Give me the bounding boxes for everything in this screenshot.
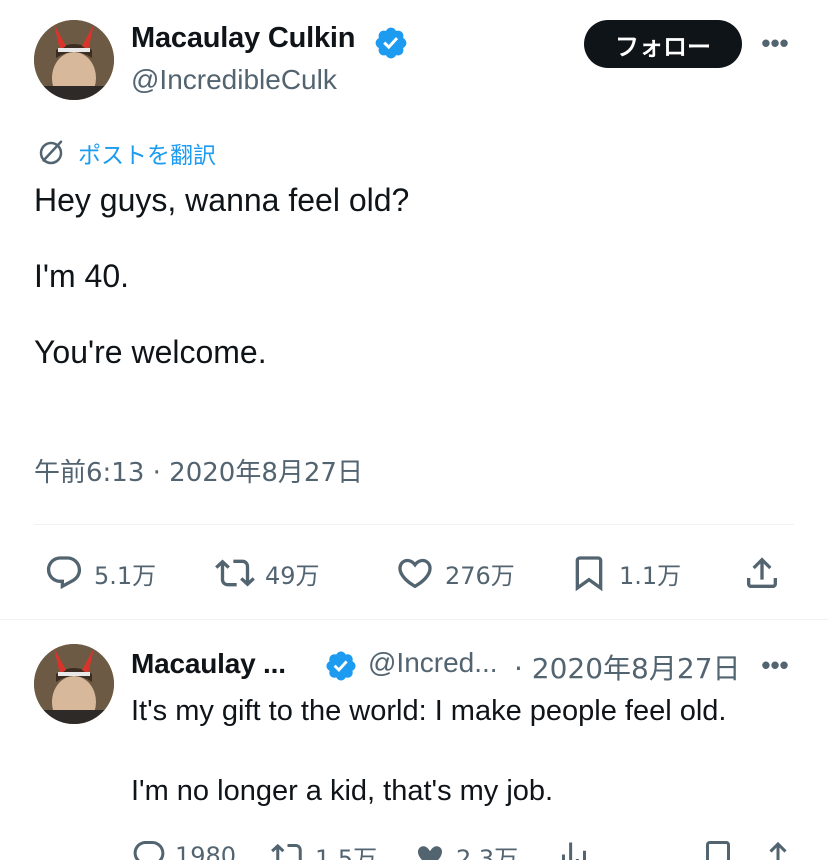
bookmark-button[interactable]: 1.1万 bbox=[569, 553, 681, 593]
like-button[interactable]: 276万 bbox=[395, 553, 515, 593]
reply-icon bbox=[133, 841, 165, 860]
verified-badge-icon[interactable] bbox=[324, 649, 358, 683]
more-icon[interactable]: ••• bbox=[758, 26, 792, 60]
retweet-button[interactable]: 1.5万 bbox=[271, 838, 377, 860]
reply-author-name[interactable]: Macaulay ... bbox=[131, 648, 286, 680]
reply-tweet-text: It's my gift to the world: I make people… bbox=[131, 695, 727, 807]
reply-button[interactable]: 5.1万 bbox=[44, 553, 156, 593]
reply-button[interactable]: 1980 bbox=[131, 838, 236, 860]
reply-date[interactable]: · 2020年8月27日 bbox=[514, 647, 741, 687]
more-icon[interactable]: ••• bbox=[758, 648, 792, 682]
bookmark-icon bbox=[706, 841, 730, 860]
views-button[interactable] bbox=[556, 838, 600, 860]
retweet-count: 1.5万 bbox=[315, 844, 378, 860]
author-avatar[interactable] bbox=[34, 20, 114, 100]
reply-author-avatar[interactable] bbox=[34, 644, 114, 724]
verified-badge-icon[interactable] bbox=[373, 25, 409, 61]
tweet-text: Hey guys, wanna feel old? I'm 40. You're… bbox=[34, 182, 410, 370]
reply-icon bbox=[46, 556, 82, 590]
divider bbox=[34, 524, 794, 525]
follow-button[interactable]: フォロー bbox=[584, 20, 742, 68]
like-icon bbox=[418, 846, 442, 860]
translate-icon[interactable] bbox=[36, 138, 66, 168]
bookmark-icon bbox=[575, 556, 603, 592]
translate-post-link[interactable]: ポストを翻訳 bbox=[78, 136, 216, 170]
share-button[interactable] bbox=[760, 838, 804, 860]
retweet-button[interactable]: 49万 bbox=[215, 553, 320, 593]
retweet-icon bbox=[271, 843, 306, 860]
share-icon bbox=[747, 557, 777, 588]
like-icon bbox=[398, 558, 432, 589]
reply-count: 1980 bbox=[175, 842, 237, 860]
reply-count: 5.1万 bbox=[94, 561, 157, 590]
retweet-icon bbox=[215, 559, 255, 587]
author-handle[interactable]: @IncredibleCulk bbox=[131, 64, 337, 96]
share-button[interactable] bbox=[742, 553, 792, 593]
bookmark-count: 1.1万 bbox=[619, 561, 682, 590]
retweet-count: 49万 bbox=[265, 561, 320, 590]
author-name[interactable]: Macaulay Culkin bbox=[131, 22, 355, 55]
bookmark-button[interactable] bbox=[700, 838, 744, 860]
like-button[interactable]: 2.3万 bbox=[412, 838, 518, 860]
share-icon bbox=[769, 841, 787, 860]
views-icon bbox=[562, 842, 586, 860]
divider bbox=[0, 619, 828, 620]
tweet-timestamp[interactable]: 午前6:13 · 2020年8月27日 bbox=[34, 452, 363, 489]
reply-author-handle[interactable]: @Incred... bbox=[368, 647, 498, 679]
like-count: 276万 bbox=[445, 561, 515, 590]
like-count: 2.3万 bbox=[456, 844, 519, 860]
